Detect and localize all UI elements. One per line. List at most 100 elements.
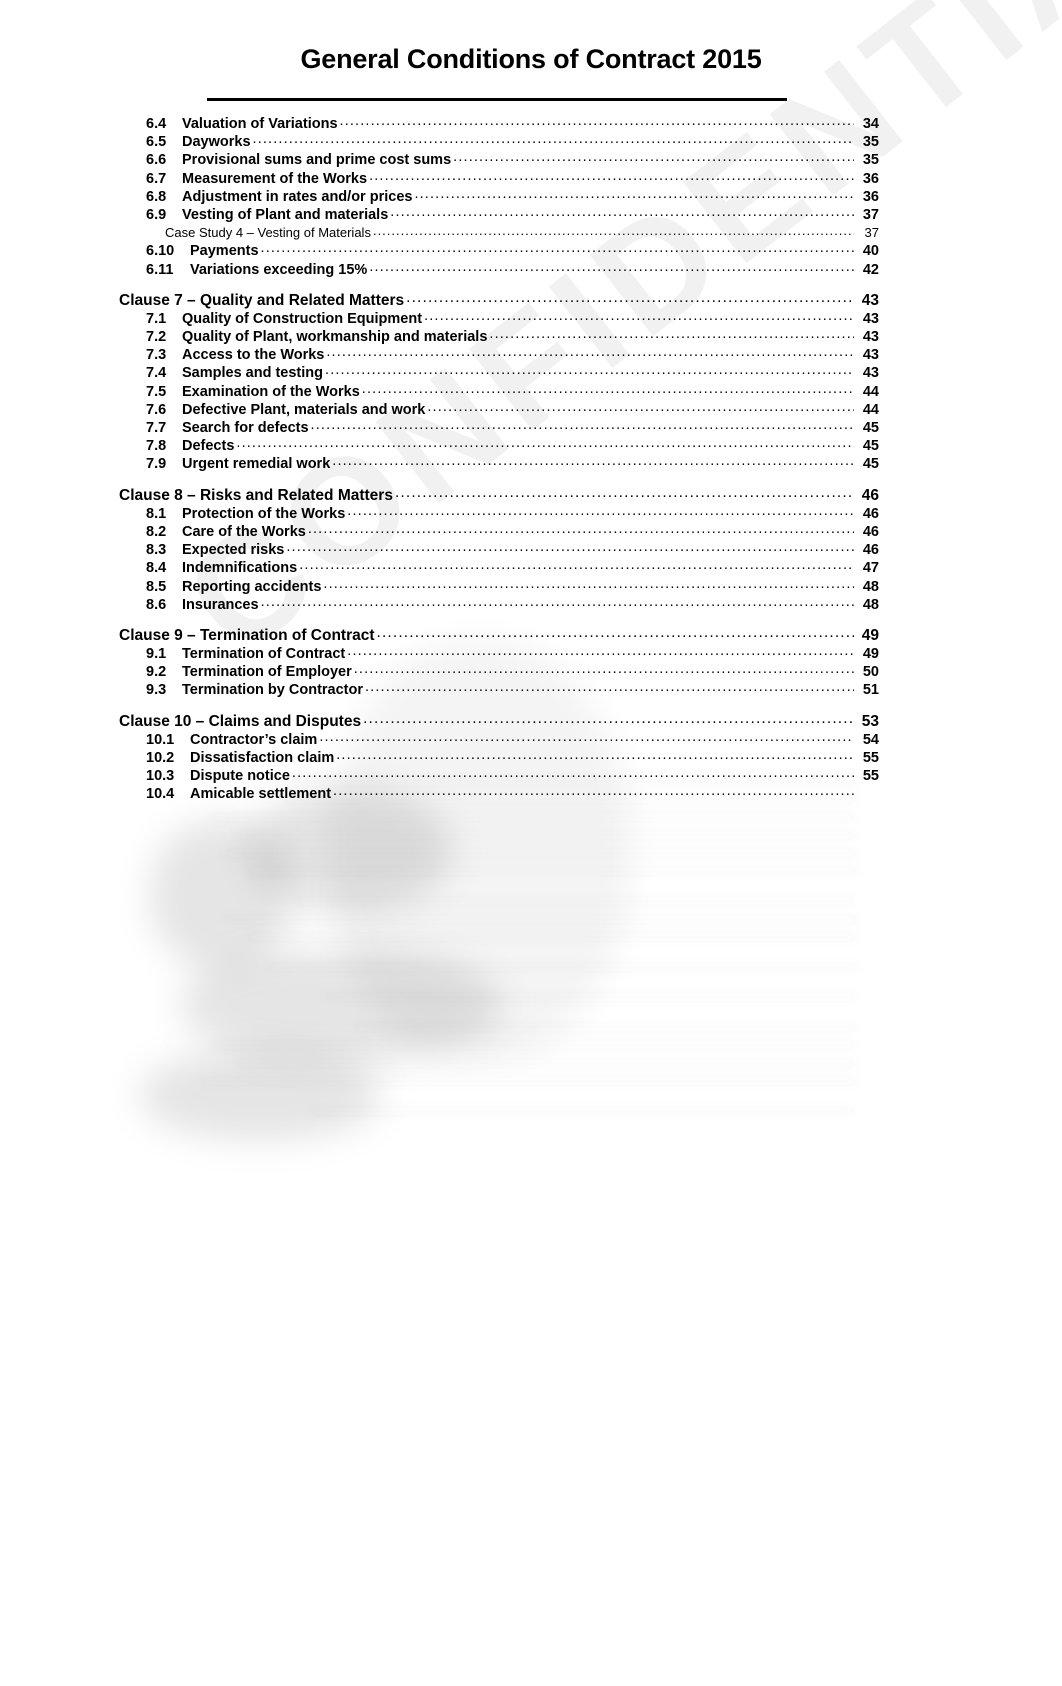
toc-page-number: 36 [862,170,879,187]
redacted-dot-leader [211,805,857,823]
toc-page-number: 46 [862,505,879,522]
toc-page-number: 37 [862,206,879,223]
toc-entry-label: Termination of Contract [182,646,346,663]
toc-entry-label: Dayworks [182,134,251,151]
redacted-label [149,862,245,880]
toc-entry-number: 7.9 [146,456,167,473]
toc-dot-leader [354,660,854,678]
redacted-spacer [119,1090,879,1102]
toc-dot-leader [347,502,854,520]
table-of-contents: 6.4Valuation of Variations346.5Dayworks3… [119,115,879,804]
toc-entry-number: 10.2 [146,750,175,766]
toc-entry-row[interactable]: 7.9 Urgent remedial work 45 [119,455,879,473]
toc-page-number: 46 [862,542,879,559]
toc-dot-leader [365,678,854,696]
toc-dot-leader [323,575,854,593]
toc-page-number: 51 [862,682,879,699]
toc-page-number: 47 [862,560,879,577]
redacted-dot-leader [211,1033,857,1051]
toc-entry-label: Amicable settlement [190,786,332,803]
toc-dot-leader [325,361,854,379]
toc-page-number: 35 [862,134,879,151]
toc-entry-number: 6.9 [146,206,167,223]
toc-page-number: 36 [862,188,879,205]
toc-entry-label: Urgent remedial work [182,456,331,473]
redacted-row [119,892,879,910]
redacted-dot-leader [223,841,857,859]
toc-entry-number: 7.8 [146,438,167,455]
toc-entry-number: 8.4 [146,560,167,577]
toc-dot-leader [369,258,854,276]
toc-page-number: 43 [861,291,879,309]
document-page: CONFIDENTIAL General Conditions of Contr… [0,0,1062,1686]
toc-dot-leader [347,642,854,660]
toc-entry-number: 7.4 [146,365,167,382]
redacted-label [149,1054,233,1072]
title-divider [207,98,787,101]
toc-page-number: 49 [862,646,879,663]
toc-page-number: 46 [861,486,879,504]
redacted-row [119,844,879,862]
toc-entry-number: 7.5 [146,383,167,400]
toc-entry-number: 6.8 [146,188,167,205]
toc-dot-leader [340,112,854,130]
blur-smudge [140,1050,380,1140]
toc-entry-label: Termination of Employer [182,664,352,681]
redacted-dot-leader [223,907,857,925]
toc-entry-number: 6.7 [146,170,167,187]
redacted-label [149,844,221,862]
redacted-label [149,1036,209,1054]
toc-dot-leader [395,484,854,502]
toc-dot-leader [362,380,854,398]
toc-entry-row[interactable]: 9.3 Termination by Contractor 51 [119,681,879,699]
toc-entry-label: Access to the Works [182,347,325,364]
redacted-row [119,958,879,976]
redacted-row [119,1072,879,1090]
redacted-spacer [119,946,879,958]
toc-page-number: 45 [862,438,879,455]
redacted-label [119,892,293,910]
toc-entry-label: Expected risks [182,542,285,559]
toc-page-number: 53 [861,712,879,730]
toc-entry-number: 7.2 [146,329,167,346]
toc-dot-leader [427,398,854,416]
redacted-row [119,826,879,844]
toc-dot-leader [299,556,854,574]
toc-dot-leader [326,343,854,361]
toc-page-number: 46 [862,523,879,540]
toc-entry-number: 10.1 [146,731,175,748]
toc-dot-leader [414,185,854,203]
toc-page-number: 45 [862,456,879,473]
toc-entry-number: 10.4 [146,786,175,803]
toc-dot-leader [333,782,854,800]
redacted-row [119,1018,879,1036]
toc-dot-leader [363,710,854,728]
redacted-label [119,958,264,976]
redacted-row [119,928,879,946]
toc-page-number: 40 [862,243,879,260]
toc-entry-row[interactable]: 8.6 Insurances 48 [119,596,879,614]
toc-entry-label: Variations exceeding 15% [190,261,368,278]
redacted-dot-leader [199,1069,857,1087]
blur-smudge [150,820,290,970]
redacted-dot-leader [295,889,857,907]
toc-dot-leader [424,307,854,325]
toc-dot-leader [253,130,854,148]
toc-entry-number: 9.2 [146,664,167,681]
toc-entry-label: Indemnifications [182,560,298,577]
toc-page-number: 43 [862,347,879,364]
toc-page-number: 42 [862,261,879,278]
toc-entry-number: 6.11 [146,261,174,278]
toc-entry-row[interactable]: 10.4 Amicable settlement [119,785,879,803]
toc-page-number: 48 [862,596,879,613]
redacted-row [119,808,879,826]
toc-dot-leader [377,624,854,642]
toc-entry-row[interactable]: 6.11 Variations exceeding 15% 42 [119,261,879,279]
toc-entry-label: Termination by Contractor [182,682,363,699]
redacted-row [119,1102,879,1120]
toc-dot-leader [261,239,854,257]
toc-entry-label: Adjustment in rates and/or prices [182,188,413,205]
toc-entry-label: Contractor’s claim [190,731,318,748]
toc-dot-leader [406,289,854,307]
toc-page-number: 43 [862,329,879,346]
